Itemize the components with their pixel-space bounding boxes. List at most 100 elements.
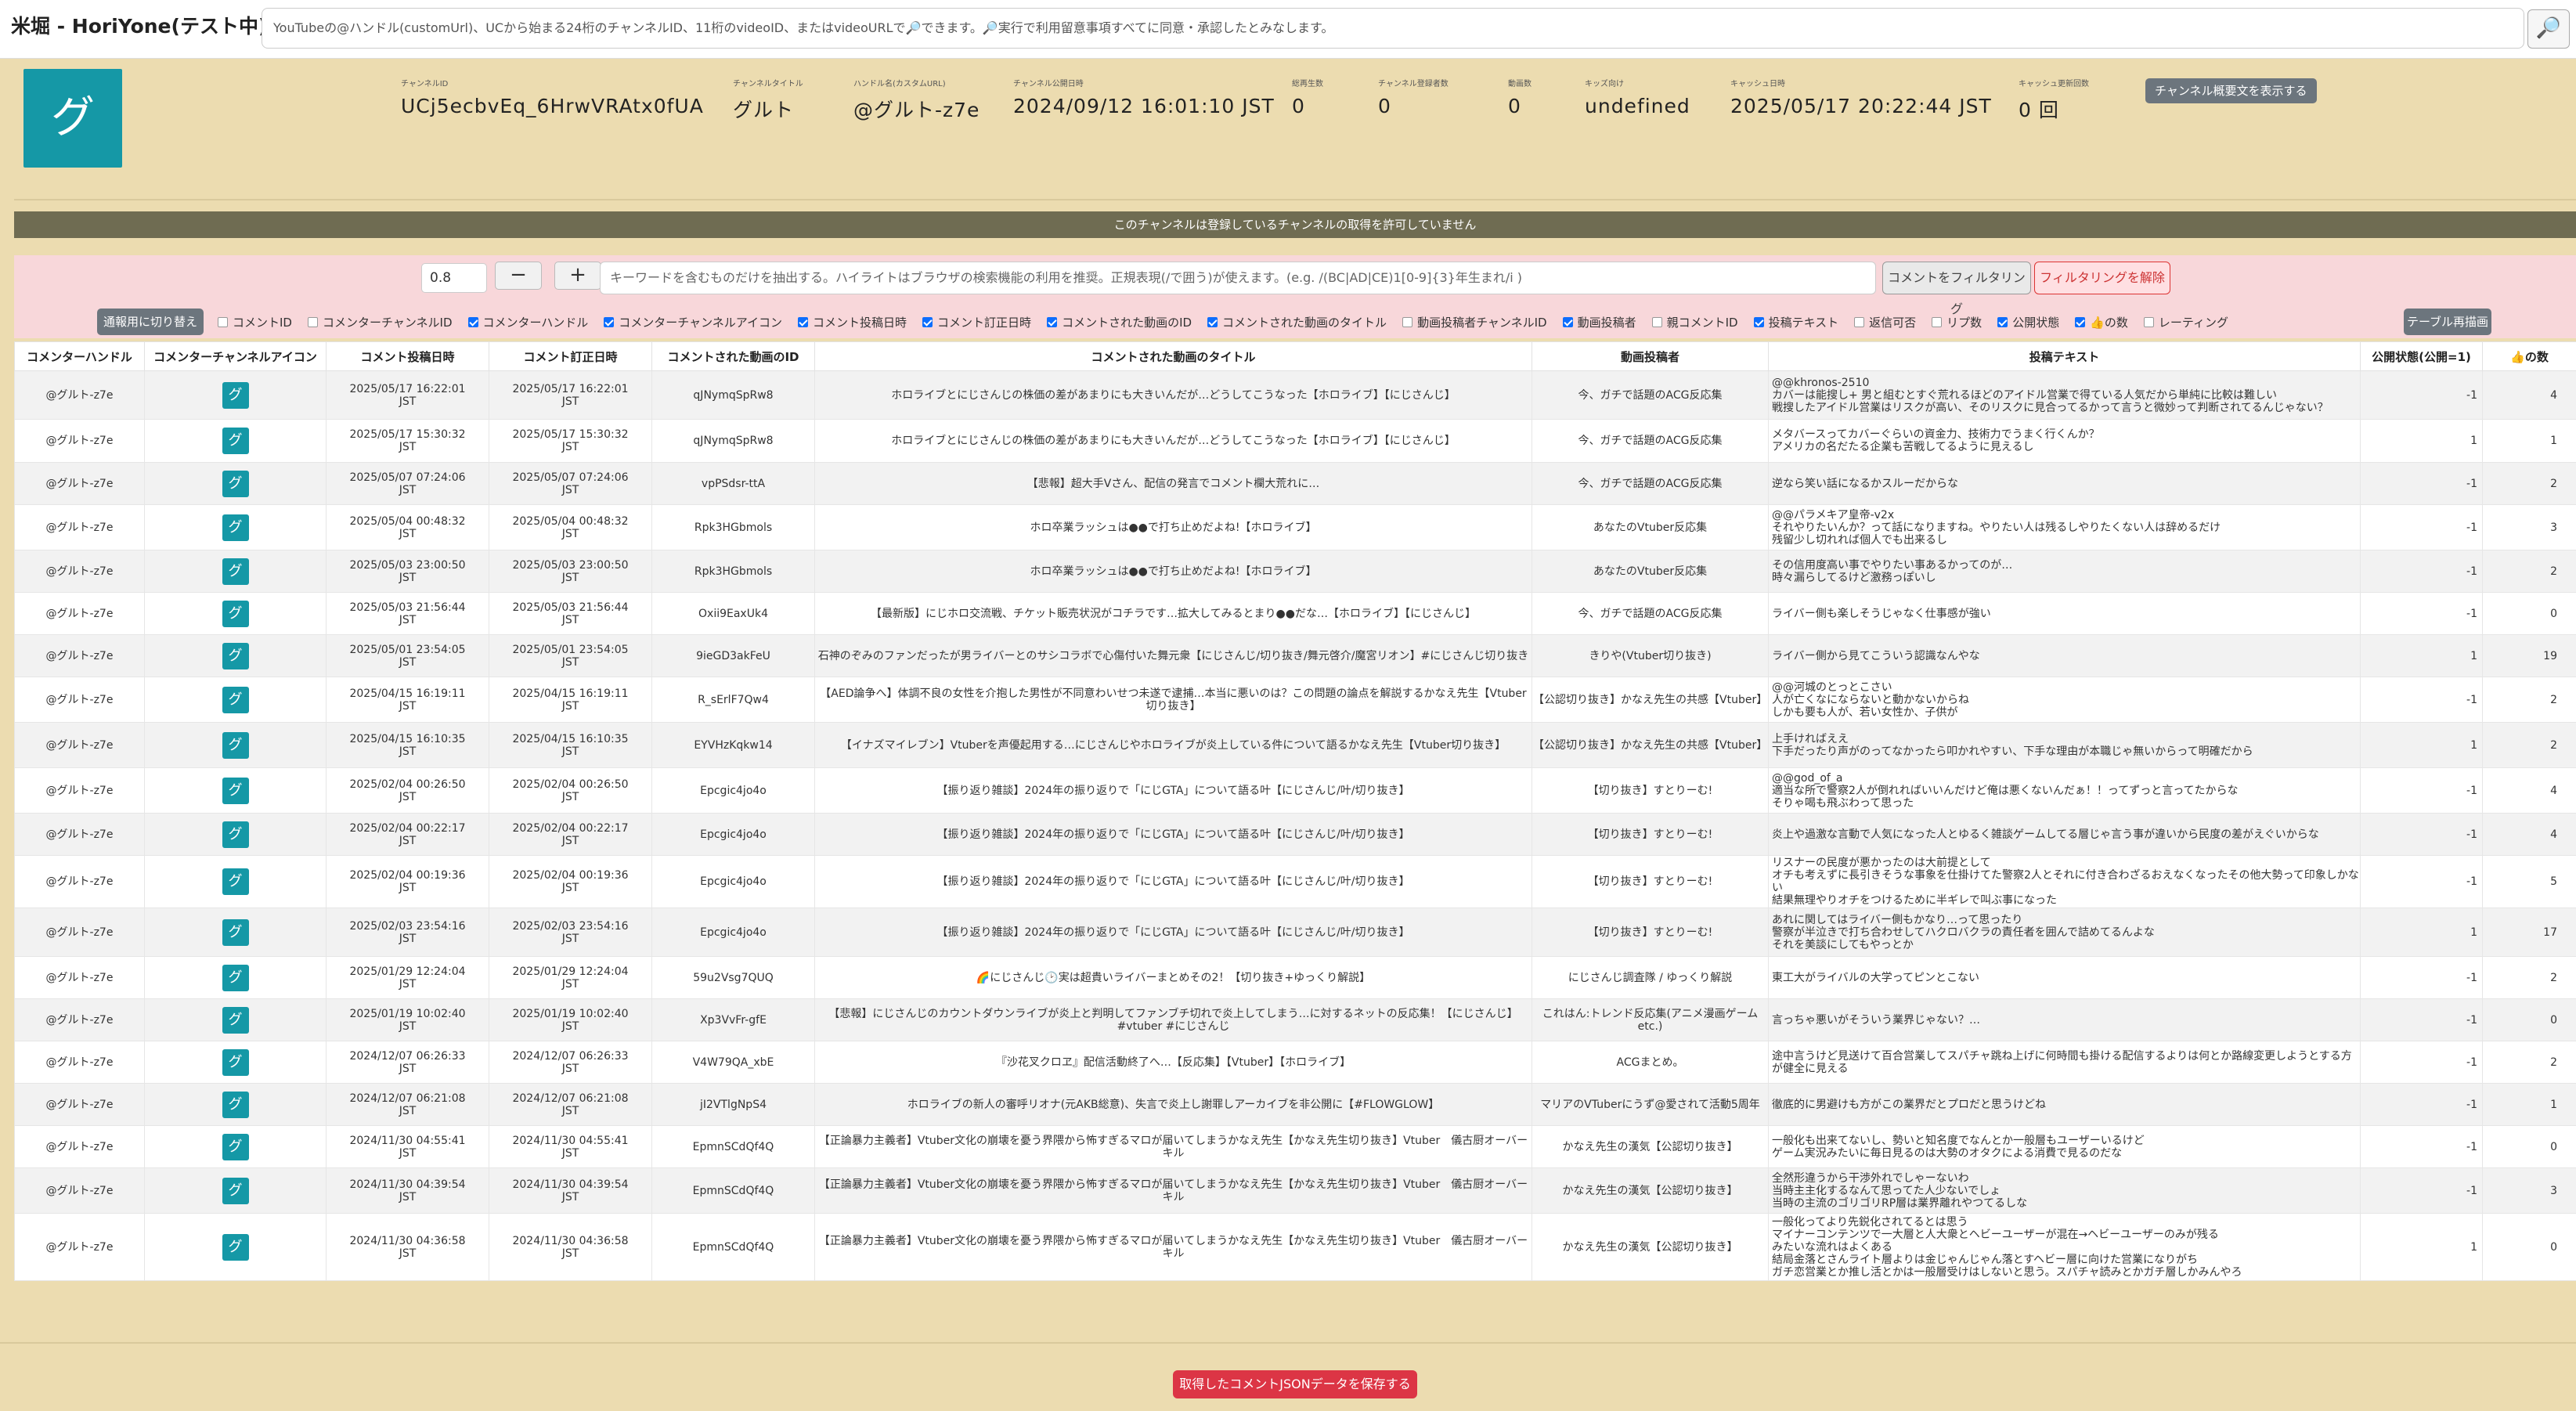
column-header[interactable]: 公開状態(公開=1) [2360,341,2483,371]
checkbox-checked[interactable] [604,316,615,327]
posted-date-cell: 2025/05/17 16:22:01 JST [326,370,489,420]
column-toggle-list: コメントID コメンターチャンネルID コメンターハンドル コメンターチャンネルアイコ… [218,310,2244,334]
save-json-button[interactable]: 取得したコメントJSONデータを保存する [1173,1370,1417,1398]
checkbox-unchecked[interactable] [1651,316,1662,327]
checkbox-checked[interactable] [2075,316,2086,327]
column-header[interactable]: 👍の数 [2482,341,2576,371]
column-header[interactable]: コメント投稿日時 [326,341,489,371]
commenter-avatar[interactable]: グ [222,600,249,627]
status-cell: -1 [2360,767,2483,814]
column-toggle[interactable]: レーティング [2143,310,2228,334]
table-row: @グルト-z7e グ 2025/04/15 16:19:11 JST 2025/04/… [14,677,2576,723]
column-toggle[interactable]: コメント投稿日時 [798,310,907,334]
decrease-button[interactable]: − [495,262,542,290]
checkbox-unchecked[interactable] [2143,316,2154,327]
increase-button[interactable]: + [554,262,601,290]
commenter-avatar[interactable]: グ [222,1177,249,1204]
column-toggle-label: 👍の数 [2090,315,2128,330]
redraw-table-button[interactable]: テーブル再描画 [2404,309,2491,335]
commenter-avatar[interactable]: グ [222,821,249,848]
column-header[interactable]: コメント訂正日時 [489,341,652,371]
column-toggle[interactable]: 動画投稿者 [1562,310,1636,334]
column-toggle[interactable]: コメントされた動画のタイトル [1207,310,1387,334]
comment-text-cell: 東工大がライバルの大学ってピンとこない [1768,956,2361,999]
column-toggle[interactable]: コメントされた動画のID [1047,310,1192,334]
column-toggle[interactable]: コメンターチャンネルID [307,310,453,334]
uploader-cell: にじさんじ調査隊 / ゆっくり解説 [1532,956,1769,999]
uploader-cell: 【切り抜き】すとりーむ! [1532,767,1769,814]
uploader-cell: 【公認切り抜き】かなえ先生の共感【Vtuber】 [1532,677,1769,723]
column-toggle[interactable]: コメンターチャンネルアイコン [604,310,782,334]
commenter-avatar[interactable]: グ [222,731,249,759]
commenter-avatar[interactable]: グ [222,964,249,991]
checkbox-checked[interactable] [1562,316,1573,327]
search-button[interactable]: 🔎 [2527,9,2570,49]
column-toggle[interactable]: コメントID [218,310,292,334]
column-toggle[interactable]: 公開状態 [1997,310,2059,334]
column-header[interactable]: コメントされた動画のID [651,341,815,371]
search-input[interactable]: YouTubeの@ハンドル(customUrl)、UCから始まる24桁のチャンネ… [262,8,2524,49]
checkbox-checked[interactable] [1047,316,1058,327]
commenter-handle-cell: @グルト-z7e [14,855,145,908]
comment-text-cell: 途中言うけど見送けて百合営業してスパチャ跳ね上げに何時間も掛ける配信するよりは何… [1768,1041,2361,1084]
checkbox-unchecked[interactable] [307,316,318,327]
posted-date-cell: 2025/05/04 00:48:32 JST [326,504,489,550]
column-toggle[interactable]: 親コメントID [1651,310,1738,334]
column-header[interactable]: コメンターハンドル [14,341,145,371]
video-title-cell: 【振り返り雑談】2024年の振り返りで「にじGTA」について語る叶【にじさんじ/… [814,813,1532,856]
column-toggle[interactable]: コメンターハンドル [467,310,588,334]
commenter-avatar[interactable]: グ [222,686,249,713]
commenter-avatar[interactable]: グ [222,514,249,541]
checkbox-checked[interactable] [1997,316,2008,327]
column-header[interactable]: 動画投稿者 [1532,341,1769,371]
commenter-avatar[interactable]: グ [222,1048,249,1076]
show-description-button[interactable]: チャンネル概要文を表示する [2145,78,2317,103]
filter-comments-button[interactable]: コメントをフィルタリング [1882,262,2031,316]
channel-id-label: チャンネルID [401,80,449,88]
column-toggle[interactable]: リプ数 [1932,310,1982,334]
switch-report-mode-button[interactable]: 通報用に切り替え [97,309,204,335]
uploader-cell: かなえ先生の漢気【公認切り抜き】 [1532,1167,1769,1214]
checkbox-unchecked[interactable] [1854,316,1865,327]
checkbox-checked[interactable] [798,316,809,327]
clear-filter-button[interactable]: フィルタリングを解除 [2034,262,2170,294]
column-header[interactable]: 投稿テキスト [1768,341,2361,371]
commenter-avatar[interactable]: グ [222,470,249,497]
edited-date-cell: 2025/01/19 10:02:40 JST [489,998,652,1041]
posted-date-cell: 2025/05/17 15:30:32 JST [326,419,489,463]
keyword-filter-input[interactable]: キーワードを含むものだけを抽出する。ハイライトはブラウザの検索機能の利用を推奨。… [600,262,1876,294]
subscription-notice-banner: このチャンネルは登録しているチャンネルの取得を許可していません [14,211,2576,238]
likes-cell: 0 [2482,1125,2576,1168]
commenter-avatar[interactable]: グ [222,558,249,585]
commenter-avatar[interactable]: グ [222,1006,249,1034]
commenter-avatar[interactable]: グ [222,381,249,409]
commenter-avatar[interactable]: グ [222,1091,249,1118]
commenter-avatar[interactable]: グ [222,868,249,895]
commenter-avatar[interactable]: グ [222,428,249,454]
commenter-handle-cell: @グルト-z7e [14,634,145,677]
column-toggle[interactable]: コメント訂正日時 [922,310,1031,334]
commenter-avatar[interactable]: グ [222,642,249,669]
commenter-icon-cell: グ [144,1167,327,1214]
checkbox-unchecked[interactable] [1402,316,1413,327]
checkbox-checked[interactable] [467,316,478,327]
table-row: @グルト-z7e グ 2025/05/04 00:48:32 JST 2025/05/… [14,504,2576,550]
checkbox-unchecked[interactable] [1932,316,1943,327]
threshold-input[interactable]: 0.8 [421,263,487,293]
commenter-avatar[interactable]: グ [222,777,249,804]
commenter-avatar[interactable]: グ [222,1133,249,1160]
column-header[interactable]: コメントされた動画のタイトル [814,341,1532,371]
commenter-icon-cell: グ [144,813,327,856]
likes-cell: 2 [2482,722,2576,768]
commenter-avatar[interactable]: グ [222,918,249,946]
checkbox-unchecked[interactable] [218,316,228,327]
column-header[interactable]: コメンターチャンネルアイコン [144,341,327,371]
checkbox-checked[interactable] [1207,316,1218,327]
column-toggle[interactable]: 👍の数 [2075,310,2128,334]
column-toggle[interactable]: 動画投稿者チャンネルID [1402,310,1547,334]
commenter-avatar[interactable]: グ [222,1233,249,1261]
checkbox-checked[interactable] [1753,316,1764,327]
column-toggle[interactable]: 返信可否 [1854,310,1916,334]
checkbox-checked[interactable] [922,316,933,327]
column-toggle[interactable]: 投稿テキスト [1753,310,1838,334]
